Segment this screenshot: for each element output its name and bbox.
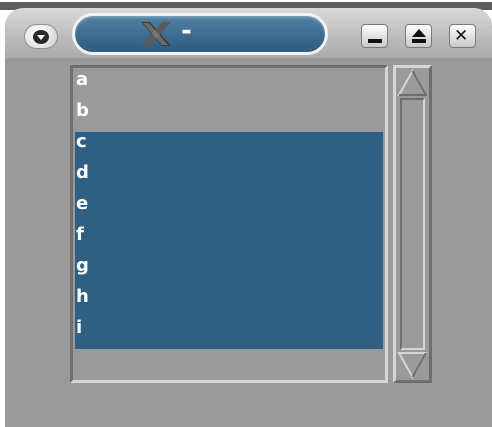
close-icon: ✕	[454, 26, 469, 46]
window-title: -	[181, 16, 192, 46]
listbox[interactable]: abcdefghi	[70, 65, 388, 383]
scroll-thumb[interactable]	[400, 98, 425, 350]
app-window: - ✕ abcdefghi	[0, 0, 492, 427]
list-item[interactable]: g	[75, 256, 383, 287]
x-icon	[141, 22, 171, 46]
minimize-icon	[368, 39, 382, 43]
chevron-down-icon	[33, 30, 49, 44]
minimize-button[interactable]	[361, 24, 388, 48]
list-item[interactable]: e	[75, 194, 383, 225]
list-item[interactable]: a	[75, 70, 383, 101]
list-item[interactable]: c	[75, 132, 383, 163]
list-item[interactable]: b	[75, 101, 383, 132]
maximize-button[interactable]	[405, 24, 432, 48]
list-item[interactable]: d	[75, 163, 383, 194]
list-item[interactable]: h	[75, 287, 383, 318]
vertical-scrollbar[interactable]	[393, 65, 432, 383]
scroll-down-arrow-icon[interactable]	[396, 350, 429, 380]
window-menu-button[interactable]	[24, 24, 58, 49]
scroll-up-arrow-icon[interactable]	[396, 68, 429, 98]
list-item[interactable]: f	[75, 225, 383, 256]
maximize-icon	[412, 29, 426, 37]
title-pill	[72, 13, 328, 55]
list-item[interactable]: i	[75, 318, 383, 349]
maximize-bar	[412, 39, 426, 43]
listbox-items: abcdefghi	[75, 70, 383, 378]
close-button[interactable]: ✕	[449, 24, 476, 48]
